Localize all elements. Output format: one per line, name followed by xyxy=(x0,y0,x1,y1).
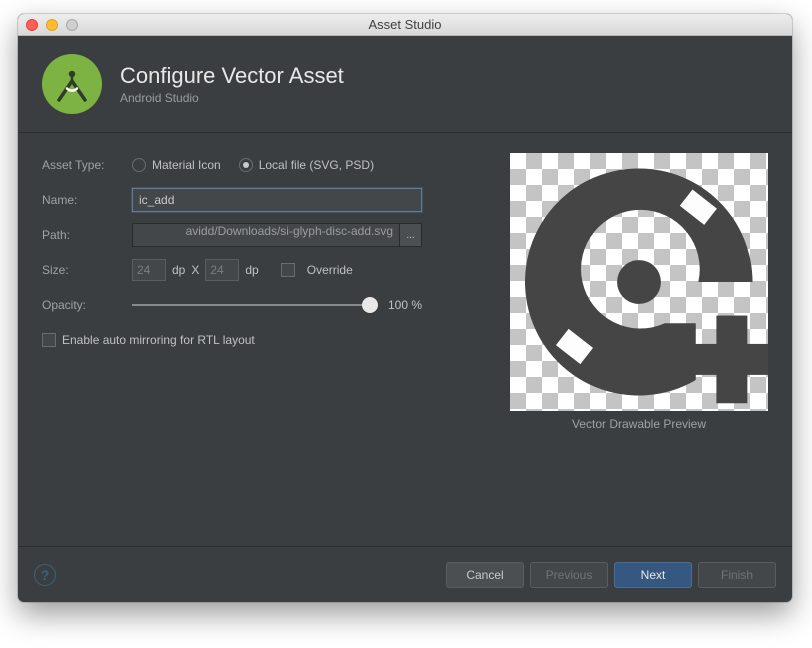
android-studio-logo-icon xyxy=(42,54,102,114)
dp-unit-2: dp xyxy=(245,263,258,277)
dialog-header: Configure Vector Asset Android Studio xyxy=(18,36,792,133)
path-input[interactable]: avidd/Downloads/si-glyph-disc-add.svg xyxy=(132,223,400,247)
titlebar: Asset Studio xyxy=(18,14,792,36)
size-height-input[interactable] xyxy=(205,259,239,281)
finish-button[interactable]: Finish xyxy=(698,562,776,588)
asset-type-local-label: Local file (SVG, PSD) xyxy=(259,158,374,172)
name-label: Name: xyxy=(42,193,132,207)
page-subtitle: Android Studio xyxy=(120,91,344,105)
opacity-slider[interactable] xyxy=(132,297,378,313)
cancel-button[interactable]: Cancel xyxy=(446,562,524,588)
asset-type-material-label: Material Icon xyxy=(152,158,221,172)
asset-type-label: Asset Type: xyxy=(42,158,132,172)
size-label: Size: xyxy=(42,263,132,277)
asset-type-local-radio[interactable]: Local file (SVG, PSD) xyxy=(239,158,374,172)
opacity-value: 100 % xyxy=(388,298,422,312)
help-button[interactable]: ? xyxy=(34,564,56,586)
asset-type-material-radio[interactable]: Material Icon xyxy=(132,158,221,172)
size-separator: X xyxy=(191,263,199,277)
rtl-label: Enable auto mirroring for RTL layout xyxy=(62,333,255,347)
size-width-input[interactable] xyxy=(132,259,166,281)
window-title: Asset Studio xyxy=(18,17,792,32)
path-label: Path: xyxy=(42,228,132,242)
previous-button[interactable]: Previous xyxy=(530,562,608,588)
path-browse-button[interactable]: ... xyxy=(400,223,422,247)
override-checkbox[interactable] xyxy=(281,263,295,277)
preview-label: Vector Drawable Preview xyxy=(572,417,706,431)
rtl-checkbox[interactable] xyxy=(42,333,56,347)
next-button[interactable]: Next xyxy=(614,562,692,588)
override-label: Override xyxy=(307,263,353,277)
page-title: Configure Vector Asset xyxy=(120,63,344,89)
opacity-label: Opacity: xyxy=(42,298,132,312)
preview-canvas xyxy=(510,153,768,411)
dp-unit-1: dp xyxy=(172,263,185,277)
disc-add-icon xyxy=(510,153,768,411)
name-input[interactable] xyxy=(132,188,422,212)
